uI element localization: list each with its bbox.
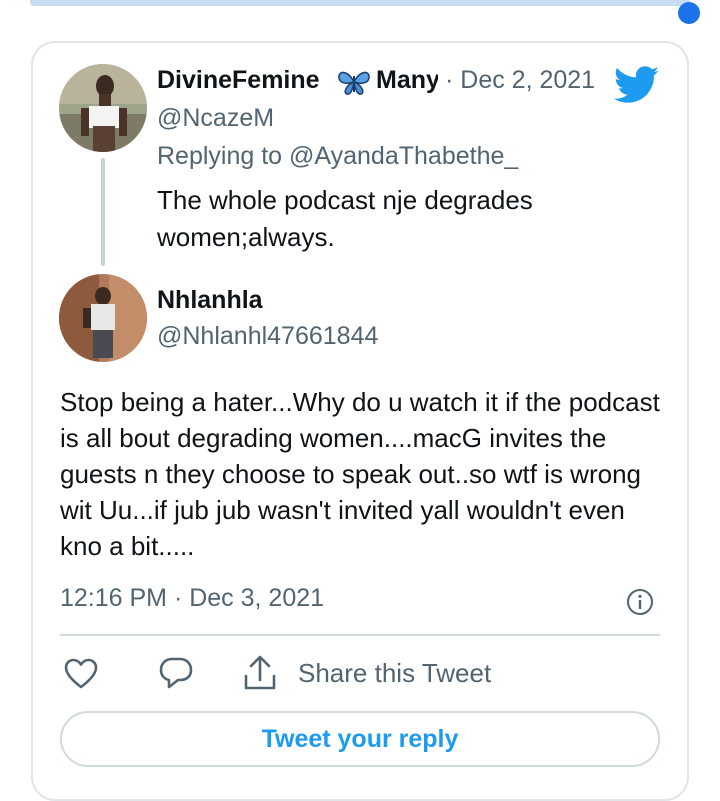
avatar-divinefemine[interactable] bbox=[59, 64, 147, 152]
reply-icon[interactable] bbox=[158, 656, 194, 692]
quoted-tweet-text: The whole podcast nje degrades women;alw… bbox=[157, 185, 533, 252]
share-icon[interactable] bbox=[242, 654, 278, 692]
quoted-handle[interactable]: @NcazeM bbox=[157, 104, 274, 133]
main-tweet-text: Stop being a hater...Why do u watch it i… bbox=[60, 387, 660, 561]
avatar-nhlanhla[interactable] bbox=[59, 274, 147, 362]
main-display-name[interactable]: Nhlanhla bbox=[157, 286, 263, 315]
butterfly-emoji-icon bbox=[338, 71, 370, 95]
scroll-handle[interactable] bbox=[678, 2, 700, 24]
replying-to[interactable]: Replying to @AyandaThabethe_ bbox=[157, 142, 518, 171]
main-handle[interactable]: @Nhlanhl47661844 bbox=[157, 322, 378, 351]
top-scrollbar-track bbox=[30, 0, 690, 6]
thread-connector-line bbox=[101, 158, 105, 266]
quoted-tweet-date[interactable]: · Dec 2, 2021 bbox=[445, 66, 595, 95]
heart-icon[interactable] bbox=[64, 658, 98, 690]
info-icon[interactable] bbox=[626, 588, 654, 616]
actions-divider bbox=[60, 634, 660, 636]
share-tweet-label[interactable]: Share this Tweet bbox=[298, 658, 491, 689]
tweet-your-reply-button[interactable]: Tweet your reply bbox=[60, 711, 660, 767]
twitter-bird-icon[interactable] bbox=[614, 66, 660, 104]
tweet-timestamp[interactable]: 12:16 PM · Dec 3, 2021 bbox=[60, 584, 324, 613]
quoted-display-name-suffix[interactable]: Many bbox=[376, 66, 438, 95]
